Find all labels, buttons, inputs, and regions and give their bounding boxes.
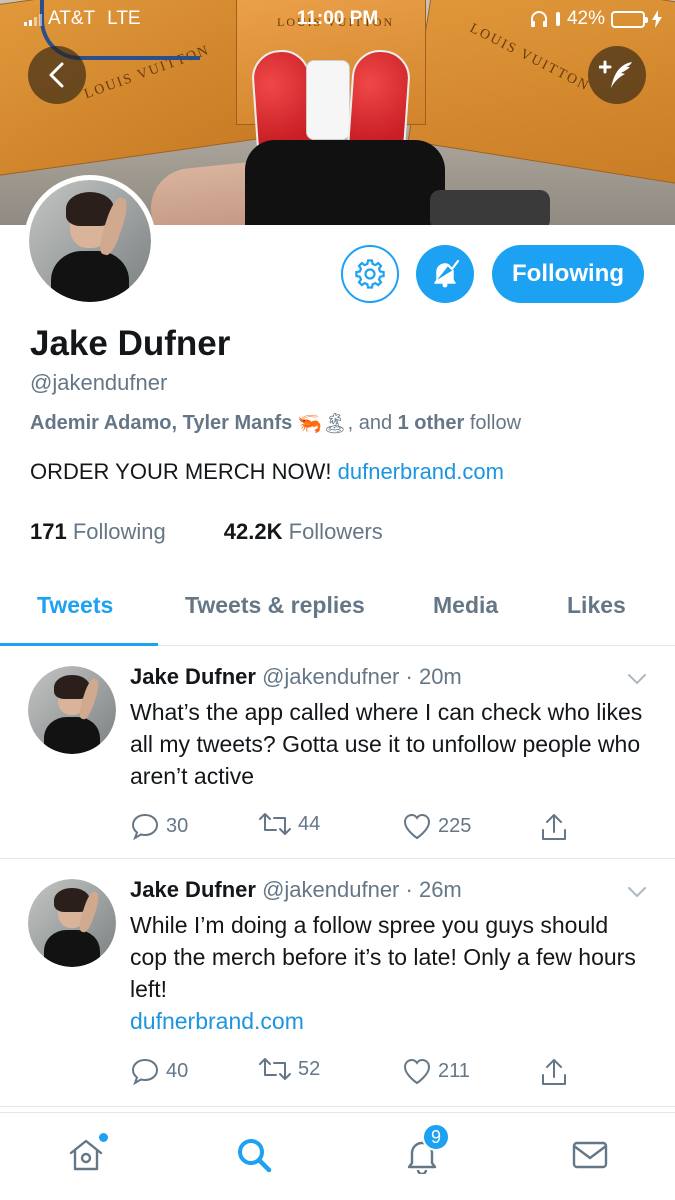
bio-text: ORDER YOUR MERCH NOW! [30,459,332,484]
profile-handle: @jakendufner [30,370,168,395]
alarm-icon [555,12,560,26]
share-button[interactable] [540,812,568,842]
following-label: Following [72,519,166,544]
notifications-toggle-button[interactable] [416,245,474,303]
tweet-header: Jake Dufner @jakendufner · 20m [130,664,462,689]
tweet[interactable]: Jake Dufner @jakendufner · 26m While I’m… [0,859,675,1107]
retweet-count: 52 [298,1057,321,1080]
tweet-text: While I’m doing a follow spree you guys … [130,909,650,1037]
gear-icon [355,259,385,289]
bio-link[interactable]: dufnerbrand.com [338,459,504,484]
share-icon [542,814,566,840]
tab-likes[interactable]: Likes [567,592,626,619]
floor-object [430,190,550,225]
like-button[interactable]: 211 [402,1057,470,1085]
following-count: 171 [30,519,67,544]
tweet-avatar-image [28,879,116,967]
share-icon [542,1059,566,1085]
reply-button[interactable]: 30 [130,812,188,840]
profile-stats: 171 Following 42.2K Followers [30,519,383,545]
tab-media[interactable]: Media [433,592,498,619]
search-icon [238,1139,272,1173]
nav-home[interactable] [64,1133,108,1177]
tweet-author-name: Jake Dufner [130,664,256,689]
headphones-icon [530,11,547,27]
tweet-text: What’s the app called where I can check … [130,696,650,792]
retweet-count: 44 [298,812,321,835]
home-new-dot [99,1133,108,1142]
like-button[interactable]: 225 [402,812,471,840]
battery-percent: 42% [566,8,605,29]
followed-by-suffix: follow [469,412,522,434]
retweet-button[interactable]: 44 [258,812,320,836]
notifications-badge: 9 [422,1123,450,1151]
retweet-icon [259,1058,291,1080]
tweet-body: What’s the app called where I can check … [130,699,643,789]
profile-display-name: Jake Dufner [30,324,231,363]
reply-icon [131,813,159,840]
reply-count: 40 [166,1059,189,1082]
share-button[interactable] [540,1057,568,1087]
tweet[interactable]: Jake Dufner @jakendufner · 20m What’s th… [0,646,675,859]
back-button[interactable] [28,46,86,104]
bottom-tab-bar: 9 [0,1112,675,1200]
retweet-icon [259,813,291,835]
nav-search[interactable] [232,1133,276,1177]
tweet-actions: 40 52 211 [130,1057,590,1087]
battery-icon [611,10,648,28]
reply-button[interactable]: 40 [130,1057,188,1085]
bell-check-icon [434,259,460,288]
chevron-down-icon[interactable] [626,668,648,690]
tweet-time: 26m [418,877,462,902]
reply-icon [131,1058,159,1085]
followed-by-line[interactable]: Ademir Adamo, Tyler Manfs 🦐🏝 , and 1 oth… [30,411,521,436]
tweet-author-name: Jake Dufner [130,877,256,902]
compose-tweet-button[interactable] [588,46,646,104]
tweet-author-handle: @jakendufner [262,877,400,902]
nav-notifications[interactable]: 9 [400,1123,450,1177]
followers-count: 42.2K [223,519,283,544]
followed-by-other-count: 1 other [397,412,465,434]
followed-by-emoji: 🦐🏝 [297,413,348,435]
status-bar-right: 42% [529,8,663,30]
profile-settings-button[interactable] [341,245,399,303]
following-button[interactable]: Following [492,245,644,303]
envelope-icon [572,1141,608,1169]
compose-tweet-icon [599,60,632,88]
chevron-down-icon[interactable] [626,881,648,903]
tweet-body: While I’m doing a follow spree you guys … [130,912,636,1002]
followers-label: Followers [288,519,383,544]
status-bar: AT&T LTE 11:00 PM 42% [0,0,675,40]
tab-tweets[interactable]: Tweets [37,592,113,619]
tab-tweets-and-replies[interactable]: Tweets & replies [185,592,365,619]
followers-stat[interactable]: 42.2K Followers [224,519,383,545]
nav-messages[interactable] [568,1133,612,1177]
followed-by-and: , and [347,412,393,434]
tweet-link[interactable]: dufnerbrand.com [130,1005,650,1037]
tweet-avatar[interactable] [28,879,116,967]
heart-icon [403,1058,431,1085]
following-stat[interactable]: 171 Following [30,519,166,545]
legs [245,140,445,225]
phone-case [306,60,350,140]
like-count: 225 [438,814,472,837]
back-chevron-icon [49,62,64,88]
charging-bolt-icon [652,10,662,28]
tweet-actions: 30 44 225 [130,812,590,842]
tweet-avatar-image [28,666,116,754]
profile-avatar-image [29,180,151,302]
home-icon [69,1139,103,1171]
followed-by-names: Ademir Adamo, Tyler Manfs [30,412,293,434]
profile-tabs: Tweets Tweets & replies Media Likes [0,580,675,646]
like-count: 211 [438,1059,470,1082]
tweet-author-handle: @jakendufner [262,664,400,689]
tweet-avatar[interactable] [28,666,116,754]
reply-count: 30 [166,814,189,837]
profile-avatar[interactable] [24,175,156,307]
retweet-button[interactable]: 52 [258,1057,320,1081]
heart-icon [403,813,431,840]
tweet-header: Jake Dufner @jakendufner · 26m [130,877,462,902]
profile-bio: ORDER YOUR MERCH NOW! dufnerbrand.com [30,459,504,485]
tweet-time: 20m [418,664,462,689]
